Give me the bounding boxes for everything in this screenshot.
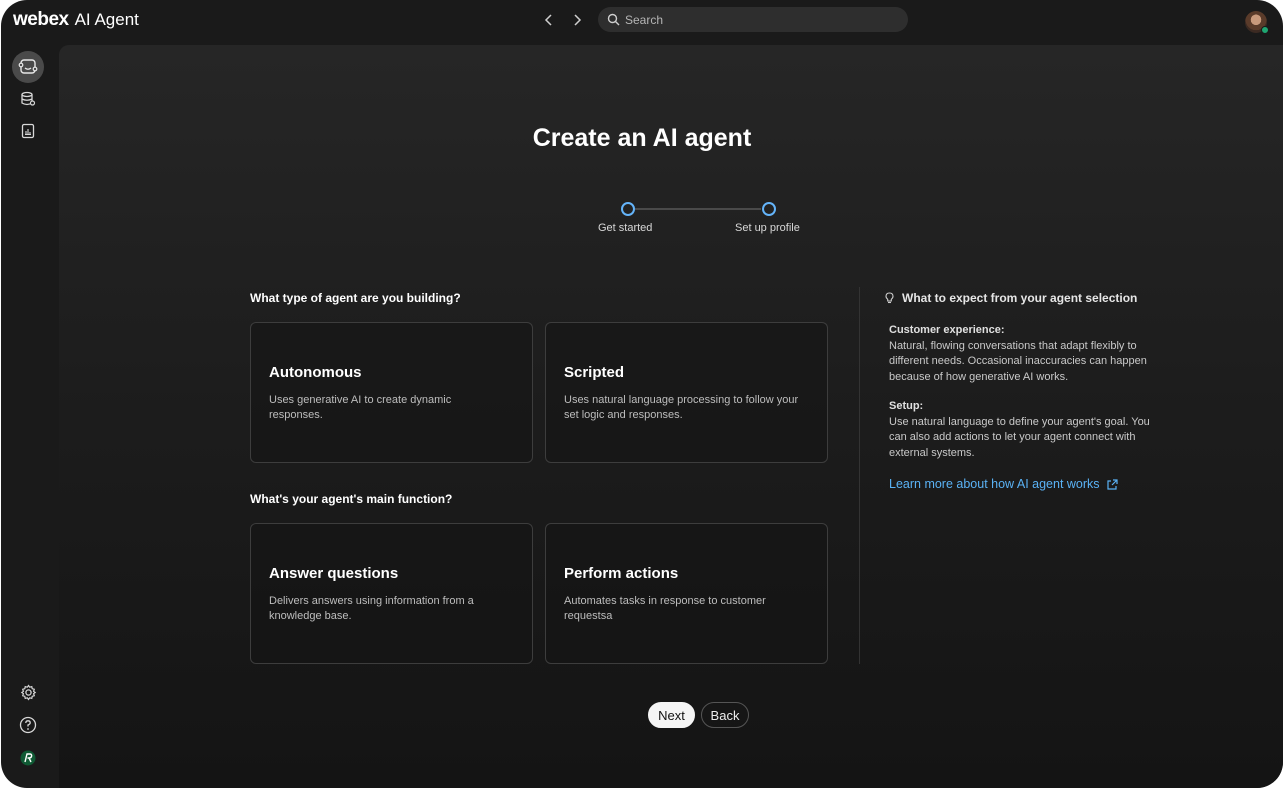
back-button[interactable]: Back	[701, 702, 749, 728]
help-icon	[19, 716, 37, 734]
help-button[interactable]	[12, 709, 44, 741]
org-logo-button[interactable]	[12, 742, 44, 774]
step-connector	[635, 208, 761, 210]
card-title: Perform actions	[564, 565, 679, 582]
step-2-label: Set up profile	[735, 222, 800, 234]
settings-button[interactable]	[12, 676, 44, 708]
info-heading-text: What to expect from your agent selection	[902, 291, 1138, 305]
agent-function-question: What's your agent's main function?	[250, 492, 453, 506]
sidebar	[1, 42, 57, 788]
agent-type-question: What type of agent are you building?	[250, 291, 461, 305]
top-bar: webex AI Agent	[1, 0, 1283, 42]
external-link-icon	[1106, 478, 1118, 490]
customer-experience-label: Customer experience:	[889, 324, 1005, 336]
customer-experience-text: Natural, flowing conversations that adap…	[889, 339, 1147, 383]
nav-arrows	[541, 10, 585, 30]
ai-agent-icon	[18, 59, 38, 74]
vertical-divider	[859, 287, 860, 664]
setup-text: Use natural language to define your agen…	[889, 415, 1150, 459]
org-logo-icon	[20, 750, 36, 766]
lightbulb-icon	[885, 292, 894, 304]
card-title: Answer questions	[269, 565, 399, 582]
database-icon	[21, 91, 36, 106]
step-1-label: Get started	[598, 222, 653, 234]
step-1-indicator	[621, 202, 635, 216]
card-description: Delivers answers using information from …	[269, 595, 474, 622]
learn-more-link-text[interactable]: Learn more about how AI agent works	[889, 477, 1100, 491]
search-input[interactable]	[625, 12, 885, 27]
app-window: webex AI Agent Search Create an AI agent…	[1, 0, 1283, 788]
chevron-left-icon	[544, 14, 552, 26]
learn-more-link[interactable]: Learn more about how AI agent works	[889, 477, 1165, 491]
setup-section: Setup: Use natural language to define yo…	[889, 399, 1165, 461]
card-description: Uses natural language processing to foll…	[564, 394, 799, 421]
page-title: Create an AI agent	[532, 124, 752, 152]
card-description: Uses generative AI to create dynamic res…	[269, 394, 452, 421]
customer-experience-section: Customer experience: Natural, flowing co…	[889, 323, 1165, 385]
gear-icon	[20, 683, 36, 701]
user-avatar[interactable]	[1245, 11, 1269, 34]
brand: webex AI Agent	[13, 9, 139, 31]
progress-stepper: Get started Set up profile	[591, 200, 811, 240]
app-name: AI Agent	[74, 10, 139, 29]
info-panel: What to expect from your agent selection…	[885, 291, 1165, 491]
function-card-perform-actions[interactable]: Perform actions Automates tasks in respo…	[545, 523, 828, 664]
search-bar[interactable]	[598, 7, 908, 32]
card-title: Autonomous	[269, 364, 362, 381]
info-heading: What to expect from your agent selection	[885, 291, 1165, 305]
sidebar-item-knowledge[interactable]	[12, 83, 44, 115]
sidebar-item-ai-agents[interactable]	[12, 51, 44, 83]
setup-label: Setup:	[889, 400, 924, 412]
function-card-answer-questions[interactable]: Answer questions Delivers answers using …	[250, 523, 533, 664]
search-icon	[607, 13, 620, 26]
card-description: Automates tasks in response to customer …	[564, 595, 766, 622]
card-title: Scripted	[564, 364, 625, 381]
back-nav-button[interactable]	[541, 10, 557, 30]
forward-nav-button[interactable]	[569, 10, 585, 30]
agent-type-card-autonomous[interactable]: Autonomous Uses generative AI to create …	[250, 322, 533, 463]
presence-status-indicator	[1261, 26, 1269, 34]
webex-logo: webex	[13, 9, 69, 30]
agent-type-card-scripted[interactable]: Scripted Uses natural language processin…	[545, 322, 828, 463]
chevron-right-icon	[574, 14, 582, 26]
next-button[interactable]: Next	[648, 702, 695, 728]
step-2-indicator	[762, 202, 776, 216]
